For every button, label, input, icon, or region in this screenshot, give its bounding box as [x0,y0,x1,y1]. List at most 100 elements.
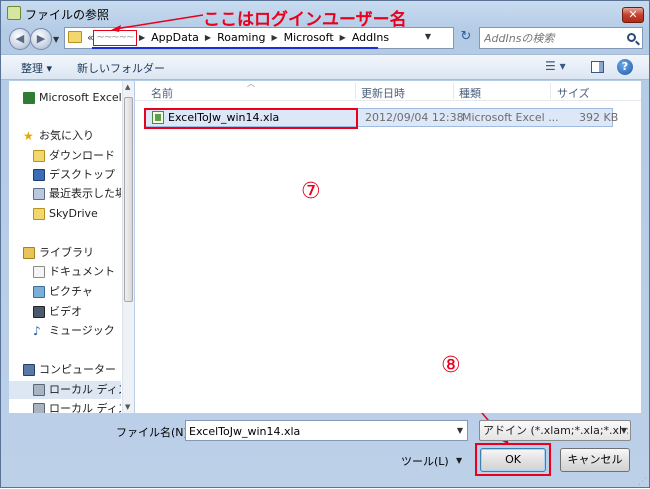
scroll-down-icon[interactable]: ▼ [125,403,130,411]
file-size: 392 KB [579,111,619,124]
preview-pane-icon[interactable] [591,61,604,73]
close-icon: ✕ [628,8,638,21]
sidebar-item-label: デスクトップ [49,168,115,181]
sidebar-item-local-disk-d[interactable]: ローカル ディスク [9,400,121,413]
command-toolbar: 整理 ▾ 新しいフォルダー ☰ ▾ ? [1,54,649,80]
column-divider[interactable] [355,83,356,99]
sidebar-scrollbar[interactable]: ▲ ▼ [122,81,134,413]
download-folder-icon [33,150,45,162]
forward-arrow-icon: ▶ [36,32,46,45]
sidebar-item-music[interactable]: ♪ ミュージック [9,322,121,340]
column-divider[interactable] [453,83,454,99]
sidebar-item-videos[interactable]: ビデオ [9,303,121,321]
filename-input[interactable] [189,423,449,439]
close-button[interactable]: ✕ [622,7,644,23]
history-dropdown-icon[interactable]: ▼ [53,35,59,44]
new-folder-button[interactable]: 新しいフォルダー [77,60,165,76]
local-disk-icon [33,403,45,413]
filename-label: ファイル名(N): [116,426,192,439]
dialog-title: ファイルの参照 [25,8,110,22]
help-icon[interactable]: ? [617,59,633,75]
sidebar-item-label: Microsoft Excel [39,91,121,104]
sidebar-item-label: ローカル ディスク [49,383,121,396]
column-type[interactable]: 種類 [459,85,481,101]
folder-icon [33,208,45,220]
back-button[interactable]: ◀ [9,28,31,50]
recent-places-icon [33,188,45,200]
local-disk-icon [33,384,45,396]
search-box[interactable] [479,27,643,49]
sidebar-item-label: ピクチャ [49,285,93,298]
search-input[interactable] [484,30,614,46]
computer-icon [23,364,35,376]
sidebar-item-microsoft-excel[interactable]: Microsoft Excel [9,89,121,107]
crumb-separator-icon[interactable]: ▶ [271,33,277,42]
view-options-icon[interactable]: ☰ ▾ [545,59,566,73]
column-size[interactable]: サイズ [557,85,590,101]
column-header-row: ︿ 名前 更新日時 種類 サイズ [135,79,641,101]
column-name[interactable]: 名前 [151,85,173,101]
crumb-separator-icon[interactable]: ▶ [205,33,211,42]
search-icon[interactable] [627,33,636,42]
sidebar-item-recent-places[interactable]: 最近表示した場所 [9,185,121,203]
resize-grip-icon[interactable]: ⋰ [638,477,647,487]
sidebar-item-documents[interactable]: ドキュメント [9,263,121,281]
tools-dropdown-icon[interactable]: ▼ [456,456,462,465]
sidebar-item-label: ドキュメント [49,265,115,278]
filename-field[interactable]: ▼ [185,420,468,441]
sort-ascending-icon: ︿ [247,79,255,88]
sidebar-item-downloads[interactable]: ダウンロード [9,147,121,165]
annotation-file-highlight [144,108,358,129]
sidebar-item-label: お気に入り [39,129,94,142]
address-dropdown-icon[interactable]: ▼ [425,32,431,41]
crumb-separator-icon[interactable]: ▶ [340,33,346,42]
column-divider[interactable] [550,83,551,99]
sidebar-item-label: ビデオ [49,305,82,318]
sidebar-item-desktop[interactable]: デスクトップ [9,166,121,184]
videos-icon [33,306,45,318]
documents-icon [33,266,45,278]
filetype-dropdown-icon[interactable]: ▼ [620,421,627,440]
crumb-appdata[interactable]: AppData [151,31,199,44]
sidebar-item-favorites[interactable]: ★ お気に入り [9,127,121,145]
folder-icon [68,31,82,43]
scrollbar-thumb[interactable] [124,97,133,302]
sidebar-item-libraries[interactable]: ライブラリ [9,244,121,262]
desktop-icon [33,169,45,181]
annotation-ok-highlight [475,443,551,476]
sidebar-item-pictures[interactable]: ピクチャ [9,283,121,301]
forward-button[interactable]: ▶ [30,28,52,50]
column-date-modified[interactable]: 更新日時 [361,85,405,101]
refresh-button[interactable]: ↻ [456,28,476,48]
organize-button[interactable]: 整理 ▾ [21,60,52,76]
sidebar-item-local-disk-c[interactable]: ローカル ディスク [9,381,121,399]
favorites-star-icon: ★ [23,129,34,143]
library-icon [23,247,35,259]
navigation-pane: Microsoft Excel ★ お気に入り ダウンロード デスクトップ 最近… [9,81,134,413]
address-bar[interactable]: « ~~~~~ ▶ AppData ▶ Roaming ▶ Microsoft … [64,27,454,49]
tools-button[interactable]: ツール(L) [401,453,449,469]
crumb-separator-icon[interactable]: ▶ [139,33,145,42]
scroll-up-icon[interactable]: ▲ [125,83,130,91]
back-arrow-icon: ◀ [15,32,25,45]
cancel-button[interactable]: キャンセル [560,448,630,472]
sidebar-item-label: SkyDrive [49,207,98,220]
sidebar-item-label: 最近表示した場所 [49,187,121,200]
sidebar-item-skydrive[interactable]: SkyDrive [9,205,121,223]
annotation-login-user: ここはログインユーザー名 [203,10,407,30]
sidebar-item-computer[interactable]: コンピューター [9,361,121,379]
crumb-roaming[interactable]: Roaming [217,31,265,44]
file-list: ︿ 名前 更新日時 種類 サイズ ExcelToJw_win14.xla 201… [135,79,641,413]
filetype-select[interactable]: アドイン (*.xlam;*.xla;*.xll; ▼ [479,420,631,441]
crumb-addins[interactable]: AddIns [352,31,389,44]
step-7-marker: ⑦ [301,179,321,204]
login-username-crumb[interactable]: ~~~~~ [93,30,137,46]
filetype-value: アドイン (*.xlam;*.xla;*.xll; [483,424,629,437]
annotation-underline [92,47,378,49]
dialog-footer: ファイル名(N): ▼ アドイン (*.xlam;*.xla;*.xll; ▼ … [1,413,649,489]
excel-icon [23,92,35,104]
dialog-icon [7,6,21,20]
crumb-microsoft[interactable]: Microsoft [284,31,334,44]
file-type: Microsoft Excel ... [462,111,559,124]
filename-dropdown-icon[interactable]: ▼ [457,426,463,435]
